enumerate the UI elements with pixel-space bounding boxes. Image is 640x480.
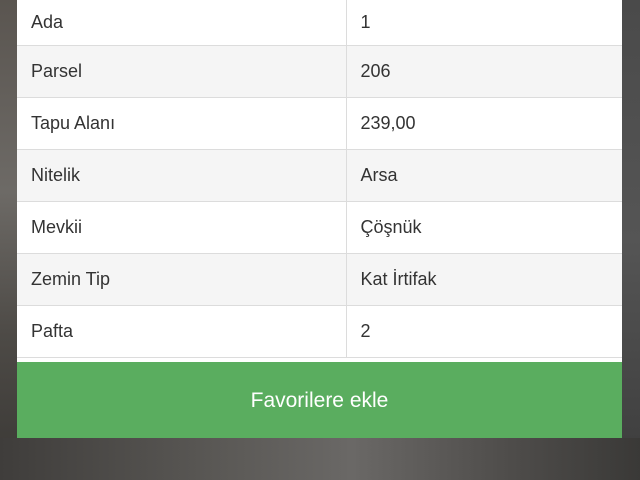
row-value: 2 <box>346 305 622 358</box>
property-details-table: Ada 1 Parsel 206 Tapu Alanı 239,00 Nitel… <box>17 0 622 358</box>
row-label: Pafta <box>17 305 347 358</box>
table-row-parsel: Parsel 206 <box>17 45 622 98</box>
background-photo-bottom-edge <box>0 438 640 480</box>
row-value: 206 <box>346 45 622 98</box>
row-label: Tapu Alanı <box>17 97 347 150</box>
property-details-sheet: Ada 1 Parsel 206 Tapu Alanı 239,00 Nitel… <box>17 0 622 438</box>
row-value: Çöşnük <box>346 201 622 254</box>
add-to-favorites-button[interactable]: Favorilere ekle <box>17 362 622 438</box>
background-photo-right-edge <box>622 0 640 480</box>
table-row-ada: Ada 1 <box>17 0 622 46</box>
row-label: Mevkii <box>17 201 347 254</box>
table-row-zemin-tip: Zemin Tip Kat İrtifak <box>17 253 622 306</box>
row-value: 239,00 <box>346 97 622 150</box>
row-value: Kat İrtifak <box>346 253 622 306</box>
table-row-mevkii: Mevkii Çöşnük <box>17 201 622 254</box>
row-label: Parsel <box>17 45 347 98</box>
row-value: 1 <box>346 0 622 46</box>
row-value: Arsa <box>346 149 622 202</box>
row-label: Nitelik <box>17 149 347 202</box>
table-row-nitelik: Nitelik Arsa <box>17 149 622 202</box>
table-row-tapu-alani: Tapu Alanı 239,00 <box>17 97 622 150</box>
row-label: Zemin Tip <box>17 253 347 306</box>
table-row-pafta: Pafta 2 <box>17 305 622 358</box>
background-photo-left-edge <box>0 0 17 480</box>
row-label: Ada <box>17 0 347 46</box>
